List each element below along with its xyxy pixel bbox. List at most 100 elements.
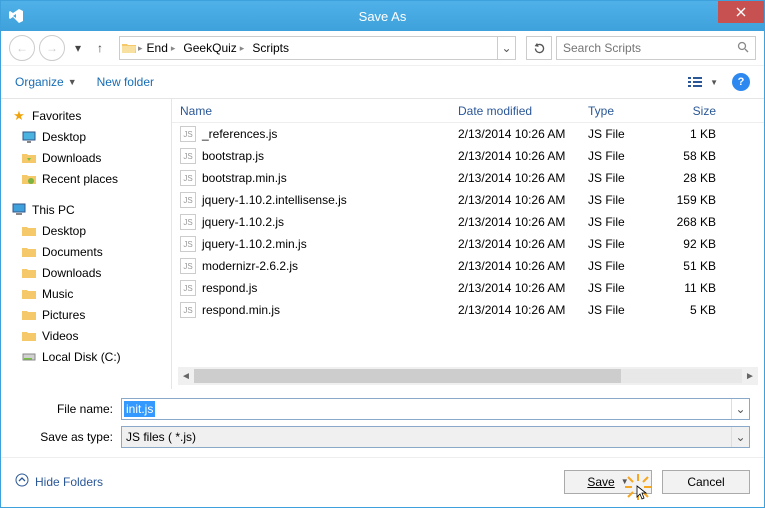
documents-icon bbox=[21, 244, 37, 260]
file-name: modernizr-2.6.2.js bbox=[202, 259, 298, 273]
file-name-label: File name: bbox=[15, 402, 113, 416]
forward-button[interactable]: → bbox=[39, 35, 65, 61]
sidebar-item-pictures[interactable]: Pictures bbox=[11, 304, 171, 325]
file-type: JS File bbox=[580, 149, 660, 163]
desktop-icon bbox=[21, 223, 37, 239]
file-type: JS File bbox=[580, 215, 660, 229]
horizontal-scrollbar[interactable]: ◄ ► bbox=[178, 367, 758, 385]
recent-dropdown[interactable]: ▾ bbox=[69, 37, 87, 59]
sidebar-item-recent[interactable]: Recent places bbox=[11, 168, 171, 189]
organize-menu[interactable]: Organize ▼ bbox=[15, 75, 77, 89]
file-date: 2/13/2014 10:26 AM bbox=[450, 171, 580, 185]
file-size: 5 KB bbox=[660, 303, 730, 317]
file-row[interactable]: JSjquery-1.10.2.js2/13/2014 10:26 AMJS F… bbox=[172, 211, 764, 233]
search-input[interactable] bbox=[563, 41, 737, 55]
downloads-icon bbox=[21, 265, 37, 281]
scroll-track[interactable] bbox=[194, 369, 742, 383]
file-row[interactable]: JSmodernizr-2.6.2.js2/13/2014 10:26 AMJS… bbox=[172, 255, 764, 277]
file-size: 58 KB bbox=[660, 149, 730, 163]
favorites-group[interactable]: ★Favorites bbox=[11, 105, 171, 126]
sidebar-item-desktop[interactable]: Desktop bbox=[11, 220, 171, 241]
file-date: 2/13/2014 10:26 AM bbox=[450, 303, 580, 317]
chevron-down-icon: ▼ bbox=[68, 77, 77, 87]
sidebar-item-documents[interactable]: Documents bbox=[11, 241, 171, 262]
save-type-dropdown[interactable]: ⌄ bbox=[731, 427, 749, 447]
sidebar-item-music[interactable]: Music bbox=[11, 283, 171, 304]
sidebar-item-videos[interactable]: Videos bbox=[11, 325, 171, 346]
breadcrumb-item[interactable]: GeekQuiz▸ bbox=[179, 37, 248, 59]
column-headers: Name Date modified Type Size bbox=[172, 99, 764, 123]
js-file-icon: JS bbox=[180, 192, 196, 208]
file-row[interactable]: JSbootstrap.min.js2/13/2014 10:26 AMJS F… bbox=[172, 167, 764, 189]
hide-folders-button[interactable]: Hide Folders bbox=[15, 473, 103, 490]
save-type-label: Save as type: bbox=[15, 430, 113, 444]
refresh-button[interactable] bbox=[526, 36, 552, 60]
footer: Hide Folders Save ▼ Cancel bbox=[1, 457, 764, 505]
sidebar-item-downloads[interactable]: Downloads bbox=[11, 147, 171, 168]
file-name-value[interactable]: init.js bbox=[124, 401, 155, 417]
music-icon bbox=[21, 286, 37, 302]
file-date: 2/13/2014 10:26 AM bbox=[450, 149, 580, 163]
drive-icon bbox=[21, 349, 37, 365]
file-name: _references.js bbox=[202, 127, 277, 141]
back-button[interactable]: ← bbox=[9, 35, 35, 61]
help-button[interactable]: ? bbox=[732, 73, 750, 91]
file-type: JS File bbox=[580, 237, 660, 251]
file-row[interactable]: JSrespond.min.js2/13/2014 10:26 AMJS Fil… bbox=[172, 299, 764, 321]
save-button[interactable]: Save ▼ bbox=[564, 470, 652, 494]
file-date: 2/13/2014 10:26 AM bbox=[450, 193, 580, 207]
js-file-icon: JS bbox=[180, 258, 196, 274]
breadcrumb-dropdown[interactable]: ⌄ bbox=[497, 37, 515, 59]
file-row[interactable]: JS jquery-1.10.2.intellisense.js 2/13/2014… bbox=[172, 189, 764, 211]
cancel-button[interactable]: Cancel bbox=[662, 470, 750, 494]
file-row[interactable]: JSbootstrap.js2/13/2014 10:26 AMJS File5… bbox=[172, 145, 764, 167]
js-file-icon: JS bbox=[180, 302, 196, 318]
sidebar: ★Favorites Desktop Downloads Recent plac… bbox=[1, 99, 171, 389]
search-box[interactable] bbox=[556, 36, 756, 60]
file-type: JS File bbox=[580, 127, 660, 141]
js-file-icon: JS bbox=[180, 126, 196, 142]
file-name: bootstrap.js bbox=[202, 149, 264, 163]
file-name-dropdown[interactable]: ⌄ bbox=[731, 399, 749, 419]
file-row[interactable]: JSrespond.js2/13/2014 10:26 AMJS File11 … bbox=[172, 277, 764, 299]
view-options-button[interactable]: ▼ bbox=[688, 75, 718, 89]
file-name-input[interactable]: init.js ⌄ bbox=[121, 398, 750, 420]
file-date: 2/13/2014 10:26 AM bbox=[450, 127, 580, 141]
file-type: JS File bbox=[580, 281, 660, 295]
breadcrumb[interactable]: ▸ End▸ GeekQuiz▸ Scripts ⌄ bbox=[119, 36, 516, 60]
breadcrumb-item[interactable]: End▸ bbox=[143, 37, 180, 59]
scroll-left-arrow[interactable]: ◄ bbox=[178, 371, 194, 382]
sidebar-item-downloads[interactable]: Downloads bbox=[11, 262, 171, 283]
column-name[interactable]: Name bbox=[172, 104, 450, 118]
scroll-right-arrow[interactable]: ► bbox=[742, 371, 758, 382]
column-type[interactable]: Type bbox=[580, 104, 660, 118]
up-button[interactable]: ↑ bbox=[91, 37, 109, 59]
sidebar-item-local-disk[interactable]: Local Disk (C:) bbox=[11, 346, 171, 367]
js-file-icon: JS bbox=[180, 236, 196, 252]
file-row[interactable]: JS _references.js 2/13/2014 10:26 AMJS Fil… bbox=[172, 123, 764, 145]
file-name: jquery-1.10.2.intellisense.js bbox=[202, 193, 347, 207]
file-name: bootstrap.min.js bbox=[202, 171, 287, 185]
file-list: Name Date modified Type Size JS _referenc… bbox=[172, 99, 764, 389]
file-size: 1 KB bbox=[660, 127, 730, 141]
split-button-arrow[interactable]: ▼ bbox=[621, 477, 629, 486]
file-date: 2/13/2014 10:26 AM bbox=[450, 281, 580, 295]
file-size: 28 KB bbox=[660, 171, 730, 185]
file-date: 2/13/2014 10:26 AM bbox=[450, 215, 580, 229]
column-size[interactable]: Size bbox=[660, 104, 730, 118]
breadcrumb-item[interactable]: Scripts bbox=[248, 37, 293, 59]
chevron-right-icon: ▸ bbox=[240, 43, 245, 54]
this-pc-group[interactable]: This PC bbox=[11, 199, 171, 220]
file-row[interactable]: JSjquery-1.10.2.min.js2/13/2014 10:26 AM… bbox=[172, 233, 764, 255]
column-date[interactable]: Date modified bbox=[450, 104, 580, 118]
file-size: 92 KB bbox=[660, 237, 730, 251]
nav-row: ← → ▾ ↑ ▸ End▸ GeekQuiz▸ Scripts ⌄ bbox=[1, 31, 764, 65]
new-folder-button[interactable]: New folder bbox=[97, 75, 154, 89]
file-name: jquery-1.10.2.js bbox=[202, 215, 284, 229]
sidebar-item-desktop[interactable]: Desktop bbox=[11, 126, 171, 147]
form-area: File name: init.js ⌄ Save as type: JS fi… bbox=[1, 389, 764, 457]
close-button[interactable] bbox=[718, 1, 764, 23]
titlebar: Save As bbox=[1, 1, 764, 31]
save-type-select[interactable]: JS files ( *.js) ⌄ bbox=[121, 426, 750, 448]
scroll-thumb[interactable] bbox=[194, 369, 621, 383]
